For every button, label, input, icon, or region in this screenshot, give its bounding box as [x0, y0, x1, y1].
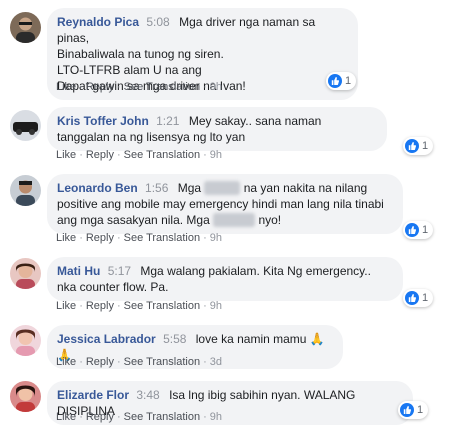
avatar[interactable] [10, 325, 41, 356]
redacted-text: xxxxxx [204, 181, 241, 195]
separator: · [203, 232, 207, 244]
separator: · [79, 300, 83, 312]
separator: · [116, 232, 121, 244]
separator: · [116, 300, 121, 312]
comment-actions: Like · Reply · See Translation · 9h [56, 232, 222, 244]
comment-timestamp: 5:17 [107, 264, 132, 278]
comment-actions: Like · Reply · See Translation · 9h [56, 300, 222, 312]
reaction-count[interactable]: 1 [403, 137, 434, 155]
commenter-name[interactable]: Reynaldo Pica [57, 15, 139, 29]
separator: · [203, 356, 207, 368]
avatar[interactable] [10, 258, 41, 289]
separator: · [116, 356, 121, 368]
like-link[interactable]: Like [56, 300, 76, 312]
reaction-number: 1 [422, 224, 429, 236]
reply-link[interactable]: Reply [86, 411, 114, 423]
comment-timestamp: 5:08 [146, 15, 170, 29]
see-translation-link[interactable]: See Translation [124, 81, 200, 93]
comment-text: LTO-LTFRB alam U na ang [57, 63, 202, 77]
see-translation-link[interactable]: See Translation [124, 356, 200, 368]
reaction-count[interactable]: 1 [398, 401, 429, 419]
see-translation-link[interactable]: See Translation [124, 149, 200, 161]
reaction-count[interactable]: 1 [403, 289, 434, 307]
comment-text: nyo! [258, 213, 282, 227]
separator: · [203, 300, 207, 312]
commenter-name[interactable]: Mati Hu [57, 264, 100, 278]
separator: · [203, 149, 207, 161]
reaction-number: 1 [417, 404, 424, 416]
commenter-name[interactable]: Jessica Labrador [57, 332, 156, 346]
redacted-text: xxxxxxx [213, 213, 256, 227]
reply-link[interactable]: Reply [86, 81, 114, 93]
comment-actions: Like · Reply · See Translation · 3d [56, 356, 222, 368]
comment-text: Mga walang pakialam. Kita Ng emergency..… [57, 264, 375, 294]
comment-actions: Like · Reply · See Translation · 9h [56, 81, 222, 93]
comment-timestamp: 1:56 [145, 181, 169, 195]
separator: · [79, 81, 83, 93]
comment-timestamp: 1:21 [156, 114, 180, 128]
separator: · [203, 81, 207, 93]
comment-text: Mga [177, 181, 202, 195]
reaction-number: 1 [422, 292, 429, 304]
reply-link[interactable]: Reply [86, 300, 114, 312]
reply-link[interactable]: Reply [86, 149, 114, 161]
reply-link[interactable]: Reply [86, 232, 114, 244]
like-link[interactable]: Like [56, 81, 76, 93]
comment-age[interactable]: 3d [210, 356, 222, 368]
separator: · [79, 232, 83, 244]
see-translation-link[interactable]: See Translation [124, 232, 200, 244]
commenter-name[interactable]: Leonardo Ben [57, 181, 138, 195]
like-link[interactable]: Like [56, 232, 76, 244]
commenter-name[interactable]: Kris Toffer John [57, 114, 149, 128]
like-reaction-icon [405, 291, 419, 305]
reaction-count[interactable]: 1 [403, 221, 434, 239]
avatar[interactable] [10, 175, 41, 206]
like-link[interactable]: Like [56, 411, 76, 423]
separator: · [79, 149, 83, 161]
comment-bubble: Leonardo Ben 1:56 Mga xxxxxx na yan naki… [47, 174, 403, 234]
comment-text: love ka namin mamu [195, 332, 307, 346]
comment-actions: Like · Reply · See Translation · 9h [56, 411, 222, 423]
separator: · [116, 411, 121, 423]
like-link[interactable]: Like [56, 149, 76, 161]
like-reaction-icon [405, 139, 419, 153]
like-reaction-icon [328, 74, 342, 88]
comment-age[interactable]: 9h [210, 149, 222, 161]
see-translation-link[interactable]: See Translation [124, 411, 200, 423]
comment-text: Binabaliwala na tunog ng siren. [57, 47, 224, 61]
like-link[interactable]: Like [56, 356, 76, 368]
reaction-count[interactable]: 1 [326, 72, 357, 90]
comment-bubble: Kris Toffer John 1:21 Mey sakay.. sana n… [47, 107, 387, 151]
commenter-name[interactable]: Elizarde Flor [57, 388, 129, 402]
comment-age[interactable]: 9h [210, 411, 222, 423]
separator: · [203, 411, 207, 423]
separator: · [116, 149, 121, 161]
separator: · [79, 411, 83, 423]
separator: · [79, 356, 83, 368]
comment-age[interactable]: 9h [210, 81, 222, 93]
see-translation-link[interactable]: See Translation [124, 300, 200, 312]
like-reaction-icon [405, 223, 419, 237]
like-reaction-icon [400, 403, 414, 417]
comment-age[interactable]: 9h [210, 232, 222, 244]
reply-link[interactable]: Reply [86, 356, 114, 368]
comment-actions: Like · Reply · See Translation · 9h [56, 149, 222, 161]
avatar[interactable] [10, 12, 41, 43]
comment-timestamp: 3:48 [136, 388, 160, 402]
comment-bubble: Mati Hu 5:17 Mga walang pakialam. Kita N… [47, 257, 403, 301]
avatar[interactable] [10, 381, 41, 412]
comment-age[interactable]: 9h [210, 300, 222, 312]
separator: · [116, 81, 121, 93]
avatar[interactable] [10, 110, 41, 141]
reaction-number: 1 [345, 75, 352, 87]
reaction-number: 1 [422, 140, 429, 152]
comment-timestamp: 5:58 [163, 332, 187, 346]
